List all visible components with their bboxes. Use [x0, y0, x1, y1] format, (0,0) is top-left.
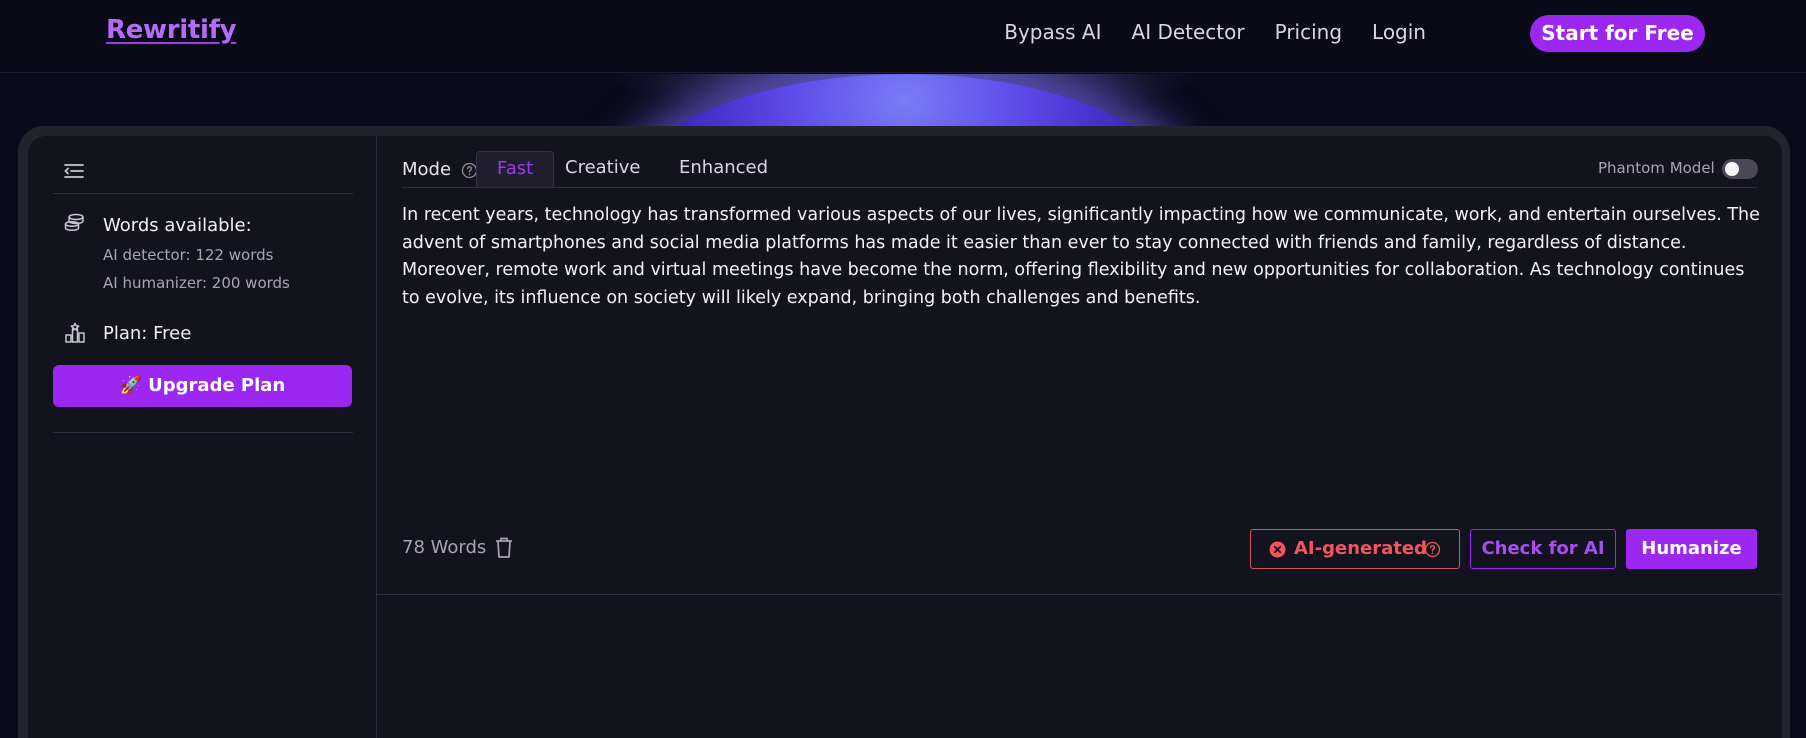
mode-label: Mode [402, 159, 478, 180]
ai-humanizer-words: AI humanizer: 200 words [103, 274, 290, 292]
upgrade-plan-button[interactable]: 🚀 Upgrade Plan [53, 365, 352, 407]
tab-enhanced[interactable]: Enhanced [659, 151, 788, 187]
top-navbar: Rewritify Bypass AI AI Detector Pricing … [0, 0, 1806, 73]
word-count: 78 Words [402, 537, 487, 558]
humanize-button[interactable]: Humanize [1626, 529, 1757, 569]
phantom-model-label: Phantom Model [1598, 159, 1737, 177]
nav-link-login[interactable]: Login [1372, 20, 1426, 44]
start-for-free-button[interactable]: Start for Free [1530, 15, 1705, 52]
brand-logo[interactable]: Rewritify [106, 15, 237, 45]
nav-link-pricing[interactable]: Pricing [1275, 20, 1342, 44]
sidebar-divider [53, 432, 353, 433]
ai-detector-words: AI detector: 122 words [103, 246, 274, 264]
output-divider [377, 594, 1782, 595]
error-circle-icon [1269, 541, 1286, 558]
phantom-model-toggle[interactable] [1722, 159, 1758, 179]
phantom-model-text: Phantom Model [1598, 159, 1715, 177]
collapse-menu-icon[interactable] [64, 162, 84, 180]
upgrade-plan-label: Upgrade Plan [148, 375, 286, 396]
words-available-title: Words available: [103, 215, 252, 236]
mode-label-text: Mode [402, 159, 452, 180]
ai-status-help-icon[interactable] [1424, 541, 1441, 558]
editor-content: Mode Fast Creative Enhanced Phantom Mode… [377, 136, 1782, 738]
editor-panel: Words available: AI detector: 122 words … [28, 136, 1782, 738]
check-for-ai-button[interactable]: Check for AI [1470, 529, 1616, 569]
trash-icon[interactable] [495, 537, 513, 559]
nav-link-ai-detector[interactable]: AI Detector [1132, 20, 1245, 44]
plan-chart-icon [65, 322, 85, 343]
main-nav: Bypass AI AI Detector Pricing Login [974, 20, 1426, 44]
ai-generated-status-badge: AI-generated [1250, 529, 1460, 569]
nav-link-bypass-ai[interactable]: Bypass AI [1004, 20, 1101, 44]
plan-label: Plan: Free [103, 323, 192, 344]
sidebar-divider [53, 193, 353, 194]
coins-icon [64, 213, 84, 232]
rocket-icon: 🚀 [119, 375, 143, 396]
tab-creative[interactable]: Creative [545, 151, 660, 187]
sidebar: Words available: AI detector: 122 words … [28, 136, 377, 738]
tab-fast[interactable]: Fast [476, 151, 555, 187]
ai-status-text: AI-generated [1294, 538, 1427, 559]
tabs-divider [402, 187, 1757, 188]
input-text-area[interactable]: In recent years, technology has transfor… [402, 202, 1767, 312]
